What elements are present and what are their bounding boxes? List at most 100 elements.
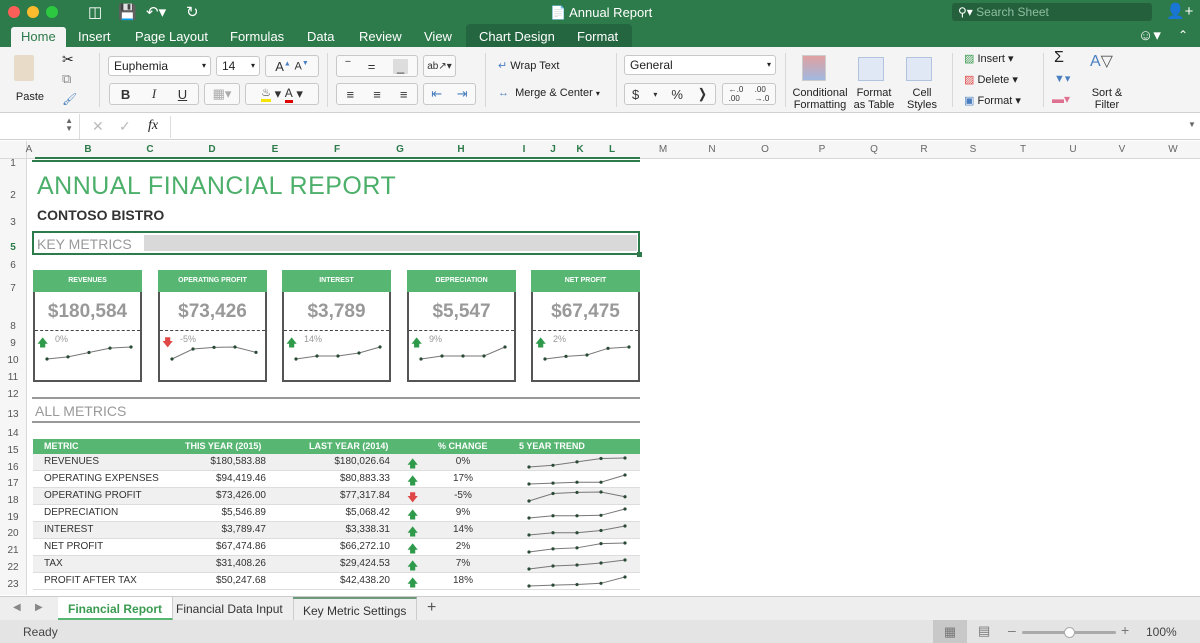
row-header-1[interactable]: 1: [0, 158, 26, 169]
row-header-6[interactable]: 6: [0, 260, 26, 271]
column-header-l[interactable]: L: [606, 144, 618, 155]
table-row[interactable]: OPERATING EXPENSES $94,419.46 $80,883.33…: [33, 471, 640, 488]
row-header-15[interactable]: 15: [0, 445, 26, 456]
column-header-r[interactable]: R: [918, 144, 930, 155]
row-header-14[interactable]: 14: [0, 428, 26, 439]
row-header-7[interactable]: 7: [0, 283, 26, 294]
format-painter-icon[interactable]: 🖌: [62, 92, 77, 106]
kpi-card[interactable]: REVENUES $180,584 🡅 0%: [33, 270, 142, 382]
column-header-p[interactable]: P: [816, 144, 828, 155]
expand-formula-icon[interactable]: ▼: [1188, 120, 1196, 129]
column-header-c[interactable]: C: [144, 144, 156, 155]
comma-style-button[interactable]: ❭: [697, 86, 708, 102]
search-sheet-input[interactable]: ⚲▾ Search Sheet: [952, 3, 1152, 21]
increase-font-icon[interactable]: A▲: [275, 59, 291, 74]
column-header-d[interactable]: D: [206, 144, 218, 155]
clear-eraser-icon[interactable]: ▬▾: [1052, 92, 1070, 106]
currency-button[interactable]: $: [632, 87, 639, 102]
increase-indent-icon[interactable]: ⇥: [457, 86, 468, 102]
column-header-q[interactable]: Q: [868, 144, 880, 155]
accept-formula-icon[interactable]: ✓: [119, 118, 131, 135]
row-header-22[interactable]: 22: [0, 562, 26, 573]
column-header-t[interactable]: T: [1017, 144, 1029, 155]
tab-chart-design[interactable]: Chart Design: [469, 27, 565, 47]
kpi-card[interactable]: OPERATING PROFIT $73,426 🡇 -5%: [158, 270, 267, 382]
fill-icon[interactable]: ▼▾: [1054, 72, 1070, 85]
number-format-select[interactable]: General ▾: [624, 55, 776, 75]
conditional-formatting-button[interactable]: Conditional Formatting: [790, 53, 850, 111]
tab-page-layout[interactable]: Page Layout: [125, 27, 218, 47]
tab-format[interactable]: Format: [567, 27, 628, 47]
column-header-e[interactable]: E: [269, 144, 281, 155]
autosum-button[interactable]: Σ: [1054, 49, 1064, 67]
column-header-w[interactable]: W: [1167, 144, 1179, 155]
share-add-user-icon[interactable]: 👤+: [1166, 2, 1193, 20]
row-header-12[interactable]: 12: [0, 389, 26, 400]
format-cells-button[interactable]: ▣ Format ▾: [964, 94, 1021, 107]
cell-styles-button[interactable]: Cell Styles: [900, 53, 944, 111]
delete-cells-button[interactable]: ▨ Delete ▾: [964, 73, 1018, 86]
row-header-5[interactable]: 5: [0, 242, 26, 253]
wrap-text-button[interactable]: ↵ Wrap Text: [498, 59, 559, 72]
close-window-button[interactable]: [8, 6, 20, 18]
collapse-ribbon-icon[interactable]: ⌃: [1178, 28, 1188, 42]
increase-decimal-icon[interactable]: ←.0.00: [729, 85, 744, 103]
row-header-23[interactable]: 23: [0, 579, 26, 590]
column-header-k[interactable]: K: [574, 144, 586, 155]
orientation-button[interactable]: ab↗▾: [423, 55, 456, 77]
cancel-formula-icon[interactable]: ✕: [92, 118, 104, 135]
undo-icon[interactable]: ↶▾: [146, 3, 166, 21]
chevron-down-icon[interactable]: ▾: [653, 90, 657, 99]
table-row[interactable]: INTEREST $3,789.47 $3,338.31 🡅 14%: [33, 522, 640, 539]
bold-button[interactable]: B: [121, 87, 130, 102]
tab-view[interactable]: View: [414, 27, 462, 47]
add-sheet-button[interactable]: +: [427, 599, 436, 617]
tab-data[interactable]: Data: [297, 27, 344, 47]
kpi-card[interactable]: NET PROFIT $67,475 🡅 2%: [531, 270, 640, 382]
percent-button[interactable]: %: [671, 87, 683, 102]
decrease-decimal-icon[interactable]: .00 →.0: [755, 85, 770, 103]
name-box-stepper-icon[interactable]: ▲ ▼: [65, 117, 73, 133]
row-header-21[interactable]: 21: [0, 545, 26, 556]
redo-icon[interactable]: ↻: [186, 3, 199, 21]
table-row[interactable]: OPERATING PROFIT $73,426.00 $77,317.84 🡇…: [33, 488, 640, 505]
maximize-window-button[interactable]: [46, 6, 58, 18]
paste-button[interactable]: Paste: [8, 51, 52, 109]
column-header-a[interactable]: A: [23, 144, 35, 155]
zoom-in-button[interactable]: +: [1121, 622, 1129, 638]
tab-formulas[interactable]: Formulas: [220, 27, 294, 47]
align-right-icon[interactable]: ≡: [400, 87, 408, 102]
row-header-3[interactable]: 3: [0, 217, 26, 228]
cut-icon[interactable]: ✂: [62, 51, 74, 68]
underline-button[interactable]: U: [178, 87, 187, 102]
column-header-h[interactable]: H: [455, 144, 467, 155]
column-header-f[interactable]: F: [331, 144, 343, 155]
align-center-icon[interactable]: ≡: [373, 87, 381, 102]
tab-review[interactable]: Review: [349, 27, 412, 47]
row-header-2[interactable]: 2: [0, 190, 26, 201]
decrease-indent-icon[interactable]: ⇤: [431, 86, 442, 102]
key-metrics-selected-cell[interactable]: KEY METRICS: [32, 231, 642, 257]
feedback-smiley-icon[interactable]: ☺▾: [1138, 26, 1161, 44]
scroll-tabs-left-icon[interactable]: ◀: [13, 602, 21, 613]
table-row[interactable]: DEPRECIATION $5,546.89 $5,068.42 🡅 9%: [33, 505, 640, 522]
column-header-o[interactable]: O: [759, 144, 771, 155]
row-header-11[interactable]: 11: [0, 372, 26, 383]
italic-button[interactable]: I: [152, 86, 156, 102]
formula-input[interactable]: [170, 116, 1180, 138]
format-as-table-button[interactable]: Format as Table: [852, 53, 896, 111]
font-color-icon[interactable]: A: [284, 86, 293, 103]
row-header-9[interactable]: 9: [0, 338, 26, 349]
table-row[interactable]: TAX $31,408.26 $29,424.53 🡅 7%: [33, 556, 640, 573]
column-header-b[interactable]: B: [82, 144, 94, 155]
sidebar-toggle-icon[interactable]: ◫: [88, 3, 102, 21]
row-header-10[interactable]: 10: [0, 355, 26, 366]
scroll-tabs-right-icon[interactable]: ▶: [35, 602, 43, 613]
sheet-tab-financial-report[interactable]: Financial Report: [58, 597, 174, 620]
minimize-window-button[interactable]: [27, 6, 39, 18]
row-header-8[interactable]: 8: [0, 321, 26, 332]
column-header-i[interactable]: I: [518, 144, 530, 155]
normal-view-button[interactable]: ▦: [933, 620, 967, 643]
row-header-19[interactable]: 19: [0, 512, 26, 523]
column-header-g[interactable]: G: [394, 144, 406, 155]
